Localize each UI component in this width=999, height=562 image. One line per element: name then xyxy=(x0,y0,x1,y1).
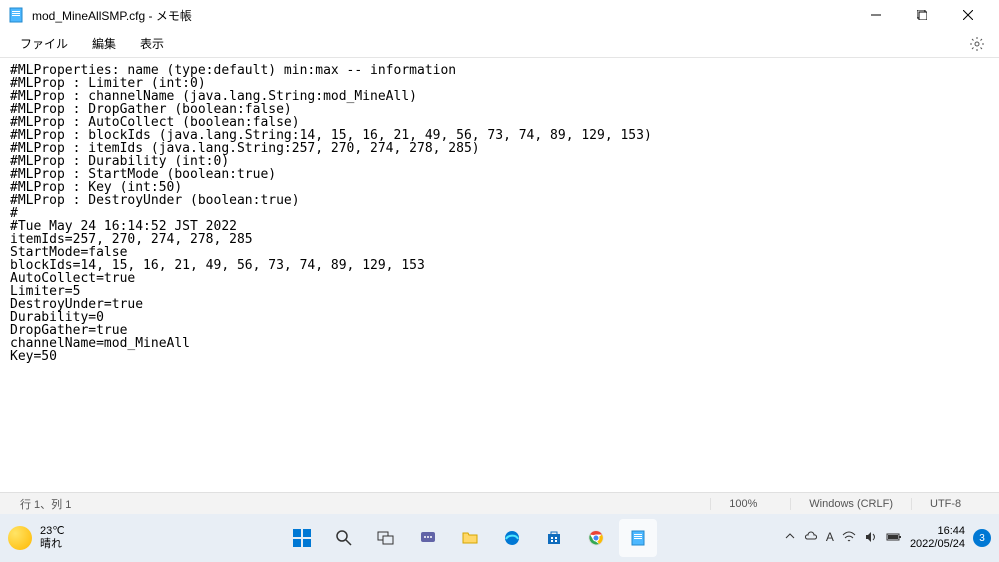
explorer-button[interactable] xyxy=(451,519,489,557)
notepad-icon xyxy=(8,7,24,23)
menu-edit[interactable]: 編集 xyxy=(80,31,128,56)
taskbar-center xyxy=(208,519,731,557)
taskbar: 23℃ 晴れ xyxy=(0,514,999,562)
window-title: mod_MineAllSMP.cfg - メモ帳 xyxy=(32,7,192,24)
system-tray: A 16:44 2022/05/24 3 xyxy=(731,525,991,551)
notification-badge[interactable]: 3 xyxy=(973,529,991,547)
weather-condition: 晴れ xyxy=(40,538,65,551)
notepad-taskbar-button[interactable] xyxy=(619,519,657,557)
status-zoom[interactable]: 100% xyxy=(710,498,790,510)
weather-icon xyxy=(8,526,32,550)
tray-ime-icon[interactable]: A xyxy=(826,530,834,547)
chat-button[interactable] xyxy=(409,519,447,557)
minimize-button[interactable] xyxy=(853,0,899,30)
settings-button[interactable] xyxy=(963,30,991,58)
store-button[interactable] xyxy=(535,519,573,557)
search-button[interactable] xyxy=(325,519,363,557)
status-encoding: UTF-8 xyxy=(911,498,991,510)
maximize-button[interactable] xyxy=(899,0,945,30)
window-controls xyxy=(853,0,991,30)
clock-time: 16:44 xyxy=(910,525,965,538)
menu-file[interactable]: ファイル xyxy=(8,31,80,56)
edge-button[interactable] xyxy=(493,519,531,557)
status-position: 行 1、列 1 xyxy=(8,496,710,512)
status-bar: 行 1、列 1 100% Windows (CRLF) UTF-8 xyxy=(0,492,999,514)
taskbar-clock[interactable]: 16:44 2022/05/24 xyxy=(906,525,969,551)
tray-chevron-icon[interactable] xyxy=(784,530,796,547)
clock-date: 2022/05/24 xyxy=(910,538,965,551)
close-button[interactable] xyxy=(945,0,991,30)
menu-bar: ファイル 編集 表示 xyxy=(0,30,999,58)
title-bar: mod_MineAllSMP.cfg - メモ帳 xyxy=(0,0,999,30)
chrome-button[interactable] xyxy=(577,519,615,557)
text-editor-content[interactable]: #MLProperties: name (type:default) min:m… xyxy=(0,58,999,492)
task-view-button[interactable] xyxy=(367,519,405,557)
tray-battery-icon[interactable] xyxy=(886,530,902,547)
taskbar-weather[interactable]: 23℃ 晴れ xyxy=(8,525,208,551)
tray-wifi-icon[interactable] xyxy=(842,530,856,547)
menu-view[interactable]: 表示 xyxy=(128,31,176,56)
tray-onedrive-icon[interactable] xyxy=(804,530,818,547)
status-line-ending: Windows (CRLF) xyxy=(790,498,911,510)
weather-temp: 23℃ xyxy=(40,525,65,538)
start-button[interactable] xyxy=(283,519,321,557)
tray-volume-icon[interactable] xyxy=(864,530,878,547)
